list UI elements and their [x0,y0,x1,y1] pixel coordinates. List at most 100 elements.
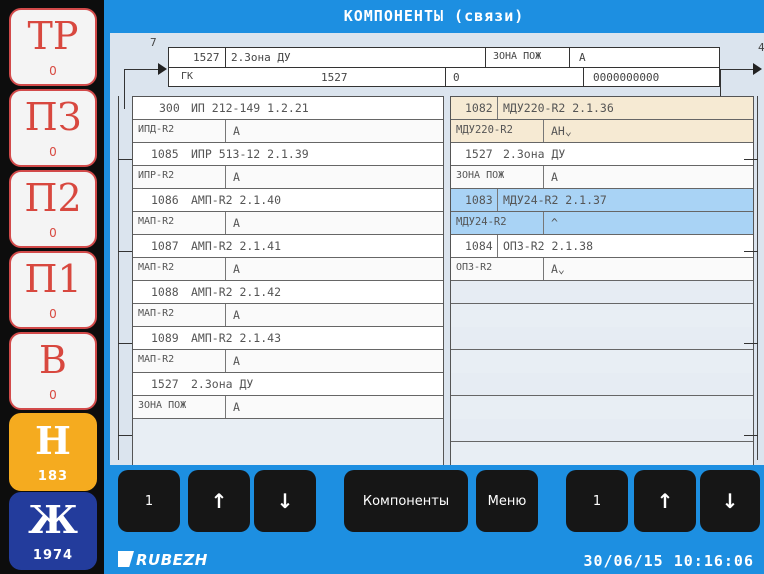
list-item-detail[interactable]: МДУ220-R2 АН⌄ [451,120,753,143]
right-down-arrow-icon[interactable]: ↓ [700,470,760,532]
divider [543,166,544,188]
list-item-detail[interactable]: ИПР-R2 А [133,166,443,189]
list-item-detail[interactable]: МАП-R2 А [133,304,443,327]
sidebar-button-pz[interactable]: ПЗ 0 [9,89,97,167]
list-item[interactable]: 1084 ОПЗ-R2 2.1.38 [451,235,753,258]
divider [225,258,226,280]
item-state: А [233,124,240,138]
sidebar-button-count: 0 [49,388,57,402]
divider [543,212,544,234]
sidebar-button-count: 0 [49,307,57,321]
item-state: А [233,308,240,322]
item-name: АМП-R2 2.1.40 [191,193,282,207]
divider [225,120,226,142]
status-bar: RUBEZH 30/06/15 10:16:06 [104,547,764,574]
divider [543,120,544,142]
link-line-left-down [124,69,125,109]
item-name: 2.Зона ДУ [191,377,254,391]
item-id: 1089 [151,331,179,345]
page-title: КОМПОНЕНТЫ (связи) [343,7,525,25]
item-state: АН⌄ [551,124,572,138]
rubezh-logo: RUBEZH [118,551,208,569]
divider [225,166,226,188]
item-id: 1086 [151,193,179,207]
sidebar-button-count: 0 [49,64,57,78]
left-down-arrow-icon[interactable]: ↓ [254,470,316,532]
item-type: ИПД-R2 [138,124,175,135]
menu-button[interactable]: Меню [476,470,538,532]
sidebar-button-v[interactable]: В 0 [9,332,97,410]
empty-row [451,327,753,350]
tree-tick [744,159,758,160]
link-line-left [124,69,160,70]
components-button[interactable]: Компоненты [344,470,468,532]
item-id: 1088 [151,285,179,299]
divider [583,67,584,87]
right-page-button[interactable]: 1 [566,470,628,532]
item-name: АМП-R2 2.1.43 [191,331,282,345]
sidebar-button-count: 0 [49,226,57,240]
logo-text: RUBEZH [136,551,208,569]
item-name: ОПЗ-R2 2.1.38 [503,239,594,253]
list-item[interactable]: 1085 ИПР 513-12 2.1.39 [133,143,443,166]
right-up-arrow-icon[interactable]: ↑ [634,470,696,532]
item-type: ЗОНА ПОЖ [456,170,505,181]
empty-row [451,419,753,442]
list-item[interactable]: 1527 2.Зона ДУ [451,143,753,166]
sidebar-button-zh[interactable]: Ж 1974 [9,492,97,570]
logo-mark-icon [118,551,134,567]
item-state: А [233,400,240,414]
content-area: 7 4 1527 2.Зона ДУ ЗОНА ПОЖ А ГК 1527 0 … [110,33,764,466]
left-up-arrow-icon[interactable]: ↑ [188,470,250,532]
item-id: 1527 [465,147,493,161]
item-type: ИПР-R2 [138,170,175,181]
item-type: ОПЗ-R2 [456,262,493,273]
list-item-detail[interactable]: ИПД-R2 А [133,120,443,143]
sidebar-button-count: 0 [49,145,57,159]
left-page-button[interactable]: 1 [118,470,180,532]
arrow-right-icon [158,63,167,75]
list-item-detail[interactable]: МАП-R2 А [133,350,443,373]
list-item[interactable]: 300 ИП 212-149 1.2.21 [133,97,443,120]
list-item[interactable]: 1088 АМП-R2 2.1.42 [133,281,443,304]
list-item[interactable]: 1082 МДУ220-R2 2.1.36 [451,97,753,120]
tree-tick [744,435,758,436]
tree-tick [118,251,132,252]
list-item-detail[interactable]: МДУ24-R2 ^ [451,212,753,235]
item-id: 1084 [465,239,493,253]
list-item-detail[interactable]: МАП-R2 А [133,258,443,281]
datetime: 30/06/15 10:16:06 [583,552,754,570]
item-type: МАП-R2 [138,308,175,319]
divider [543,258,544,280]
list-item[interactable]: 1087 АМП-R2 2.1.41 [133,235,443,258]
sidebar-button-p1[interactable]: П1 0 [9,251,97,329]
tree-tick [744,343,758,344]
list-item-detail[interactable]: ЗОНА ПОЖ А [133,396,443,419]
header-left-index: 7 [150,36,157,49]
divider [169,67,719,68]
list-item-detail[interactable]: МАП-R2 А [133,212,443,235]
list-item-detail[interactable]: ЗОНА ПОЖ А [451,166,753,189]
sidebar-button-label: Ж [28,496,78,542]
item-id: 1087 [151,239,179,253]
list-item-detail[interactable]: ОПЗ-R2 А⌄ [451,258,753,281]
item-state: А [551,170,558,184]
sidebar-button-n[interactable]: Н 183 [9,413,97,491]
item-name: МДУ24-R2 2.1.37 [503,193,607,207]
current-object-card[interactable]: 1527 2.Зона ДУ ЗОНА ПОЖ А ГК 1527 0 0000… [168,47,720,87]
item-state: А [233,170,240,184]
sidebar-button-label: П1 [24,257,82,301]
arrow-right-icon [753,63,762,75]
list-item[interactable]: 1527 2.Зона ДУ [133,373,443,396]
item-name: АМП-R2 2.1.42 [191,285,282,299]
sidebar-button-label: ПЗ [24,95,82,139]
list-item[interactable]: 1083 МДУ24-R2 2.1.37 [451,189,753,212]
object-code: 0000000000 [593,71,660,84]
divider [225,212,226,234]
list-item[interactable]: 1086 АМП-R2 2.1.40 [133,189,443,212]
item-type: ЗОНА ПОЖ [138,400,187,411]
list-item[interactable]: 1089 АМП-R2 2.1.43 [133,327,443,350]
sidebar-button-label: Н [35,417,71,463]
sidebar-button-tr[interactable]: ТР 0 [9,8,97,86]
sidebar-button-p2[interactable]: П2 0 [9,170,97,248]
